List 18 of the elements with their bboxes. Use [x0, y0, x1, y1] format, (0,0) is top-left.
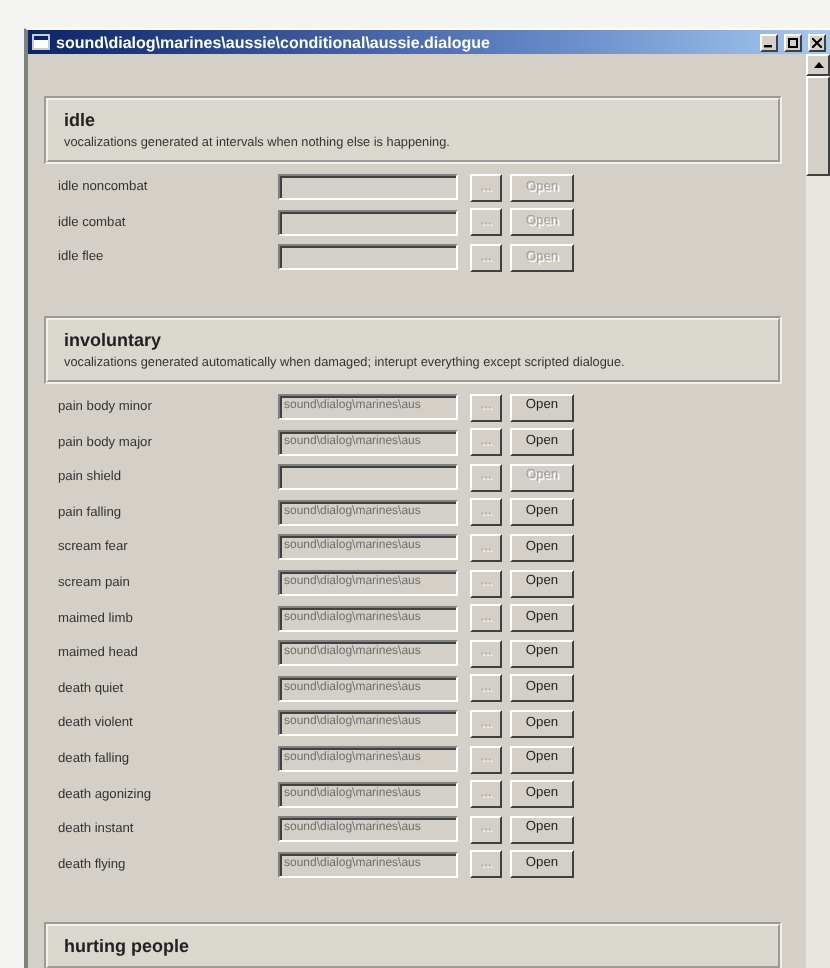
up-arrow-icon — [813, 62, 823, 68]
section-title: idle — [64, 110, 98, 130]
window-icon — [32, 34, 50, 50]
path-field[interactable] — [278, 174, 458, 201]
close-icon — [812, 37, 822, 47]
section-title: hurting people — [64, 936, 191, 957]
scrollbar[interactable] — [806, 54, 830, 968]
maximize-icon — [788, 37, 798, 47]
window-title: sound\dialog\marines\aussie\conditional\aussie.dialogue — [56, 33, 492, 51]
maximize-button[interactable] — [784, 33, 802, 51]
section-title: involuntary — [64, 329, 164, 350]
close-button[interactable] — [808, 33, 826, 51]
minimize-button[interactable] — [760, 33, 778, 51]
path-field[interactable] — [278, 464, 458, 491]
path-field[interactable] — [278, 244, 458, 271]
path-field[interactable] — [278, 209, 458, 236]
scroll-up-button[interactable] — [806, 54, 830, 76]
scroll-thumb[interactable] — [806, 76, 830, 176]
